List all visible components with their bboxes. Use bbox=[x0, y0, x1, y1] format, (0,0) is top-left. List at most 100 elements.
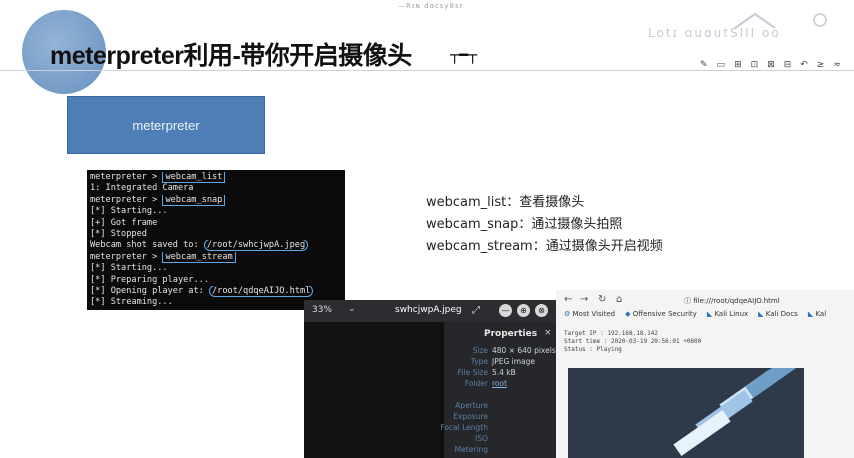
terminal-line: Webcam shot saved to: /root/swhcjwpA.jpe… bbox=[90, 240, 342, 252]
properties-title: Properties bbox=[484, 329, 538, 339]
browser-window: ← → ↻ ⌂ ⓘ file:///root/qdqeAIJO.html ⚙ M… bbox=[556, 290, 854, 458]
desc-webcam-list: webcam_list：查看摄像头 bbox=[426, 195, 585, 210]
wave-icon[interactable]: ≈ bbox=[833, 60, 841, 70]
desc-webcam-stream: webcam_stream：通过摄像头开启视频 bbox=[426, 239, 663, 254]
bookmarks-bar: ⚙ Most Visited ◆ Offensive Security ◣ Ka… bbox=[556, 310, 854, 324]
bookmark-icon: ◆ bbox=[625, 310, 633, 318]
terminal-line: [*] Stopped bbox=[90, 228, 147, 239]
zoom-level[interactable]: 33% bbox=[312, 305, 332, 315]
prop-value: 5.4 kB bbox=[492, 368, 516, 377]
bookmark-most-visited[interactable]: ⚙ Most Visited bbox=[564, 310, 615, 324]
logo-text: Lotɪ ɑuɑutSIII oo bbox=[648, 26, 781, 40]
prop-row: Metering bbox=[444, 445, 556, 456]
bookmark-label: Most Visited bbox=[572, 310, 616, 318]
prop-value: 480 × 640 pixels bbox=[492, 346, 556, 355]
home-icon[interactable]: ⌂ bbox=[616, 294, 622, 305]
prop-row: File Size 5.4 kB bbox=[444, 368, 556, 379]
status: Status : Playing bbox=[564, 346, 622, 353]
prop-key: Metering bbox=[454, 445, 488, 454]
minimize-button[interactable]: — bbox=[499, 304, 512, 317]
image-highlight bbox=[673, 410, 731, 456]
webcam-stream-image bbox=[568, 368, 804, 458]
terminal-window: meterpreter > webcam_list 1: Integrated … bbox=[87, 170, 345, 310]
bookmark-offensive-security[interactable]: ◆ Offensive Security bbox=[625, 310, 697, 324]
slide-toolbar: ✎ ▭ ⊞ ⊡ ⊠ ⊟ ↶ ≥ ≈ bbox=[700, 60, 841, 70]
terminal-line: 1: Integrated Camera bbox=[90, 183, 194, 194]
prop-row: Folder root bbox=[444, 379, 556, 390]
prop-row: Focal Length bbox=[440, 423, 556, 434]
banner-label: meterpreter bbox=[132, 117, 200, 133]
header-divider bbox=[0, 70, 854, 71]
grid-icon[interactable]: ⊞ bbox=[734, 60, 742, 70]
bookmark-kali-docs[interactable]: ◣ Kali Docs bbox=[758, 310, 798, 324]
slide-title: meterpreter利用-带你开启摄像头 bbox=[50, 42, 412, 70]
screen-icon[interactable]: ▭ bbox=[717, 60, 726, 70]
pen-icon[interactable]: ✎ bbox=[700, 60, 708, 70]
fullscreen-icon[interactable]: ⤢ bbox=[468, 303, 484, 319]
box-icon[interactable]: ⊠ bbox=[767, 60, 775, 70]
close-icon[interactable]: × bbox=[544, 328, 552, 338]
next-icon[interactable]: ≥ bbox=[817, 60, 825, 70]
meterpreter-banner: meterpreter bbox=[67, 96, 265, 154]
terminal-line: [*] Preparing player... bbox=[90, 274, 209, 285]
terminal-line: [*] Starting... bbox=[90, 206, 168, 217]
prop-row: Type JPEG image bbox=[444, 357, 556, 368]
command: webcam_stream bbox=[162, 251, 236, 263]
logo: Lotɪ ɑuɑutSIII oo bbox=[640, 8, 845, 53]
prompt: meterpreter > bbox=[90, 251, 163, 262]
prop-key: File Size bbox=[457, 368, 488, 377]
terminal-line: [+] Got frame bbox=[90, 217, 158, 228]
top-caption: —Rɪɴ dacsy8sr bbox=[398, 2, 464, 10]
prompt: meterpreter > bbox=[90, 194, 163, 205]
undo-icon[interactable]: ↶ bbox=[800, 60, 808, 70]
prop-key: Size bbox=[472, 346, 488, 355]
terminal-line: [*] Starting... bbox=[90, 263, 168, 274]
reload-icon[interactable]: ↻ bbox=[598, 294, 606, 305]
minus-box-icon[interactable]: ⊟ bbox=[784, 60, 792, 70]
kali-icon: ◣ bbox=[758, 310, 766, 318]
folder-link[interactable]: root bbox=[492, 379, 507, 388]
prop-key: ISO bbox=[475, 434, 488, 443]
properties-panel: Properties × Size 480 × 640 pixels Type JP… bbox=[440, 322, 556, 458]
bookmark-kali-more[interactable]: ◣ Kal bbox=[808, 310, 826, 324]
chevron-down-icon[interactable]: ⌄ bbox=[348, 304, 356, 314]
output-text: Webcam shot saved to: bbox=[90, 240, 204, 251]
maximize-button[interactable]: ⊕ bbox=[517, 304, 530, 317]
image-viewer-window: 33% ⌄ swhcjwpA.jpeg ⤢ — ⊕ ⊗ Properties ×… bbox=[304, 300, 556, 458]
prop-key: Folder bbox=[464, 379, 488, 388]
address-bar[interactable]: ⓘ file:///root/qdqeAIJO.html bbox=[684, 296, 780, 306]
prompt: meterpreter > bbox=[90, 172, 163, 182]
file-path: /root/swhcjwpA.jpeg bbox=[203, 240, 309, 252]
terminal-line: meterpreter > webcam_stream bbox=[90, 251, 342, 263]
bookmark-label: Kal bbox=[815, 310, 827, 318]
prop-row: Size 480 × 640 pixels bbox=[444, 346, 556, 357]
stream-info: Target IP : 192.168.18.142 Start time : … bbox=[564, 330, 701, 354]
gear-icon: ⚙ bbox=[564, 310, 573, 318]
terminal-line: meterpreter > webcam_list bbox=[90, 172, 342, 183]
bookmark-kali-linux[interactable]: ◣ Kali Linux bbox=[707, 310, 748, 324]
image-highlight bbox=[745, 368, 803, 398]
forward-icon[interactable]: → bbox=[580, 294, 588, 305]
prop-key: Aperture bbox=[455, 401, 488, 410]
viewer-titlebar: 33% ⌄ swhcjwpA.jpeg ⤢ — ⊕ ⊗ bbox=[304, 300, 556, 322]
bookmark-label: Kali Linux bbox=[714, 310, 749, 318]
viewer-file-name: swhcjwpA.jpeg bbox=[395, 305, 462, 315]
terminal-line: [*] Opening player at: /root/qdqeAIJO.ht… bbox=[90, 285, 342, 297]
image-canvas[interactable] bbox=[304, 322, 444, 458]
start-time: Start time : 2020-03-19 20:56:01 +0800 bbox=[564, 338, 702, 345]
command: webcam_list bbox=[162, 172, 226, 183]
frame-icon[interactable]: ⊡ bbox=[751, 60, 759, 70]
bookmark-label: Kali Docs bbox=[765, 310, 798, 318]
command: webcam_snap bbox=[162, 194, 226, 206]
prop-row: ISO bbox=[444, 434, 556, 445]
desc-webcam-snap: webcam_snap：通过摄像头拍照 bbox=[426, 217, 623, 232]
browser-navbar: ← → ↻ ⌂ ⓘ file:///root/qdqeAIJO.html bbox=[556, 290, 854, 310]
file-path: /root/qdqeAIJO.html bbox=[209, 285, 314, 297]
bookmark-label: Offensive Security bbox=[632, 310, 697, 318]
prop-row: Aperture bbox=[444, 401, 556, 412]
prop-key: Exposure bbox=[453, 412, 488, 421]
title-suffix: ┬━┬ bbox=[450, 46, 478, 64]
prop-key: Focal Length bbox=[440, 423, 488, 432]
back-icon[interactable]: ← bbox=[564, 294, 572, 305]
close-button[interactable]: ⊗ bbox=[535, 304, 548, 317]
